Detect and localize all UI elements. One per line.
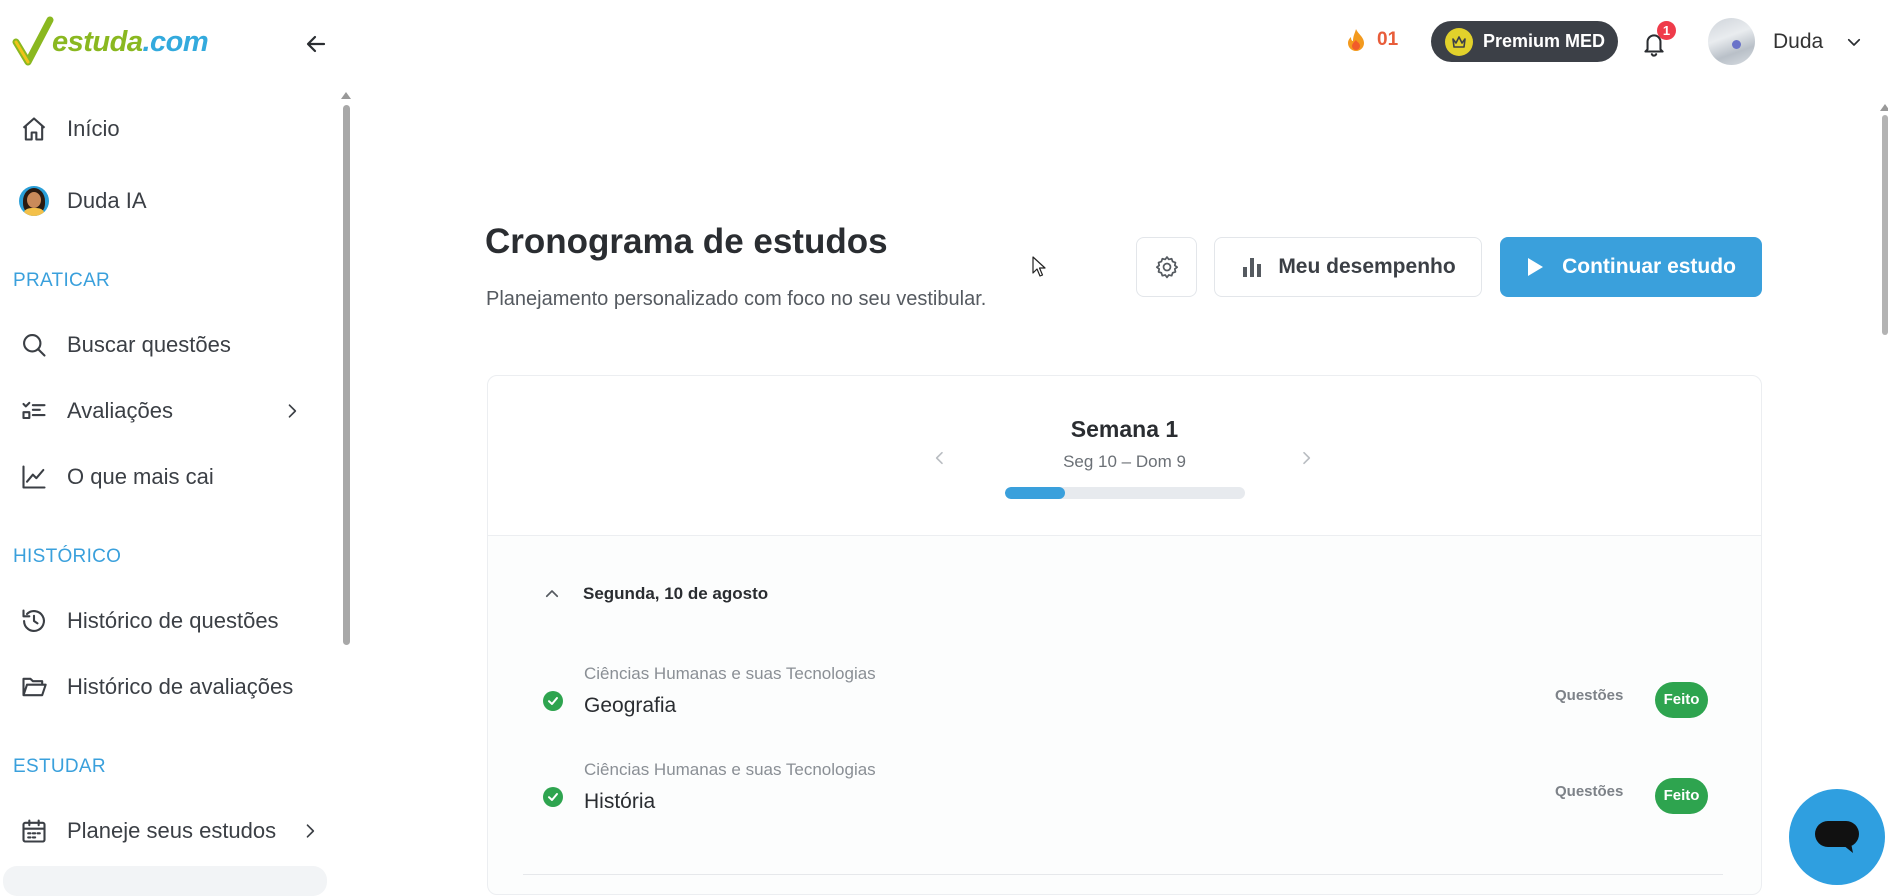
sidebar-item-label: Duda IA [67,188,147,213]
sidebar-item-next[interactable] [3,866,327,896]
task-area: Ciências Humanas e suas Tecnologias [584,760,876,779]
mouse-cursor-icon [1032,256,1046,277]
sidebar-item-planeje-estudos[interactable]: Planeje seus estudos [18,811,328,851]
sidebar-item-historico-questoes[interactable]: Histórico de questões [18,601,279,641]
logo-text: estuda.com [52,25,209,58]
task-subject: Geografia [584,694,677,717]
collapse-sidebar-button[interactable] [300,28,332,60]
chevron-up-icon [545,590,559,598]
play-icon [1528,258,1544,276]
sidebar-item-historico-avaliacoes[interactable]: Histórico de avaliações [18,667,293,707]
chat-bubble-icon [1815,821,1859,853]
chevron-right-icon [1303,451,1311,465]
sidebar-item-label: Avaliações [67,398,173,423]
sidebar-item-o-que-mais-cai[interactable]: O que mais cai [18,457,214,497]
week-progress-bar [1005,487,1245,499]
search-icon [18,329,50,361]
week-title: Semana 1 [1070,416,1179,442]
notification-badge: 1 [1657,21,1676,40]
check-circle-icon [543,787,563,807]
streak-count: 01 [1377,29,1399,50]
week-progress-fill [1005,487,1065,499]
notifications-button[interactable]: 1 [1637,21,1676,60]
streak-counter[interactable]: 01 [1345,28,1398,52]
next-week-button[interactable] [1294,446,1318,470]
bar-chart-icon [1243,258,1262,277]
continue-study-button[interactable]: Continuar estudo [1500,237,1762,297]
week-header: Semana 1 Seg 10 – Dom 9 [488,376,1761,536]
sidebar-item-buscar-questoes[interactable]: Buscar questões [18,325,231,365]
chevron-right-icon [300,821,320,841]
task-area: Ciências Humanas e suas Tecnologias [584,664,876,683]
avatar [1708,18,1755,65]
checklist-icon [18,395,50,427]
day-toggle[interactable]: Segunda, 10 de agosto [543,584,768,604]
sidebar-item-label: Histórico de questões [67,608,279,633]
gear-icon [1155,256,1178,279]
settings-button[interactable] [1136,237,1197,297]
history-icon [18,605,50,637]
calendar-icon [18,815,50,847]
sidebar: estuda.com Início Duda IA PRATICAR Busca… [0,0,360,896]
sidebar-item-duda-ia[interactable]: Duda IA [18,181,147,221]
task-subject: História [584,790,656,813]
day-label: Segunda, 10 de agosto [583,584,769,603]
task-row[interactable]: Ciências Humanas e suas Tecnologias Geog… [543,664,1708,734]
crown-icon [1445,27,1473,56]
status-badge: Feito [1655,778,1708,814]
sidebar-item-avaliacoes[interactable]: Avaliações [18,391,308,431]
premium-label: Premium MED [1483,31,1606,51]
chevron-down-icon [1848,38,1861,46]
folder-open-icon [18,671,50,703]
sidebar-item-label: Histórico de avaliações [67,674,294,699]
arrow-left-icon [306,35,326,53]
user-name: Duda [1773,29,1824,53]
logo-check-icon [12,16,54,66]
task-type: Questões [1555,783,1624,800]
chevron-right-icon [282,401,302,421]
task-type: Questões [1555,687,1624,704]
schedule-card: Semana 1 Seg 10 – Dom 9 Segunda, 10 de a… [487,375,1762,895]
week-range: Seg 10 – Dom 9 [1063,452,1186,471]
sidebar-scroll-up-arrow[interactable] [341,92,351,99]
divider [523,874,1723,875]
section-title-estudar: ESTUDAR [13,756,106,777]
home-icon [18,113,50,145]
duda-avatar [18,185,50,217]
chat-button[interactable] [1789,789,1885,885]
user-menu[interactable]: Duda [1708,18,1863,65]
check-circle-icon [543,691,563,711]
task-row[interactable]: Ciências Humanas e suas Tecnologias Hist… [543,760,1708,830]
sidebar-item-label: Buscar questões [67,332,231,357]
performance-label: Meu desempenho [1278,255,1456,278]
sidebar-scrollbar[interactable] [343,105,350,645]
sidebar-item-label: Planeje seus estudos [67,818,277,843]
main-scroll-up-arrow[interactable] [1880,104,1888,111]
trend-chart-icon [18,461,50,493]
premium-badge[interactable]: Premium MED [1431,21,1618,62]
performance-button[interactable]: Meu desempenho [1214,237,1482,297]
continue-study-label: Continuar estudo [1562,255,1736,278]
status-badge: Feito [1655,682,1708,718]
page-title: Cronograma de estudos [485,222,888,261]
main-scrollbar[interactable] [1882,115,1888,335]
sidebar-item-label: O que mais cai [67,464,214,489]
section-title-historico: HISTÓRICO [13,546,122,567]
sidebar-item-label: Início [67,116,120,141]
estuda-logo[interactable]: estuda.com [12,16,209,68]
section-title-praticar: PRATICAR [13,270,111,291]
page-subtitle: Planejamento personalizado com foco no s… [486,288,987,310]
sidebar-item-inicio[interactable]: Início [18,109,120,149]
fire-icon [1348,29,1364,51]
